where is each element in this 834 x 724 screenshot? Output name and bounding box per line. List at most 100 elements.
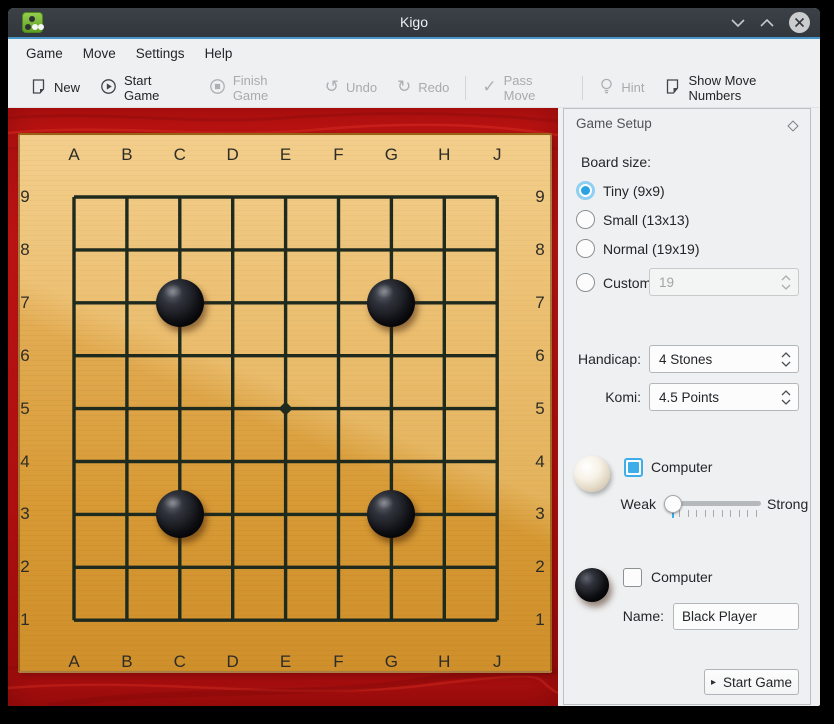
start-game-button[interactable]: ▸ Start Game [704,669,799,695]
checkmark-icon: ✓ [482,79,496,96]
board-coordinate: 8 [20,240,29,260]
game-setup-panel: Game Setup Board size: Tiny (9x9) Small … [563,108,811,705]
board-coordinate: E [280,145,291,165]
slider-ticks [679,510,757,517]
black-stone-image [575,568,609,602]
board-coordinate: 1 [20,610,29,630]
menu-settings[interactable]: Settings [126,39,195,68]
komi-label: Komi: [564,389,641,405]
float-panel-icon[interactable] [787,120,798,131]
toolbar-button-finish-game[interactable]: Finish Game [199,72,315,104]
spinbox-arrows-icon[interactable] [781,384,791,410]
radio-small-label[interactable]: Small (13x13) [603,212,689,228]
board-coordinate: 3 [535,504,544,524]
screen: Kigo Game Move Settings Help [0,0,834,724]
play-circle-icon [100,78,117,98]
go-stone-black-G7[interactable] [367,279,415,327]
lightbulb-icon [599,78,614,98]
strong-label: Strong [767,496,808,512]
move-numbers-icon [664,78,681,98]
new-document-icon [30,78,47,98]
close-icon[interactable] [789,12,810,33]
toolbar-button-hint[interactable]: Hint [589,72,654,104]
black-computer-checkbox[interactable] [623,568,642,587]
board-coordinate: 3 [20,504,29,524]
spinbox-arrows-icon[interactable] [781,346,791,372]
board-coordinate: F [333,145,343,165]
content-area: AABBCCDDEEFFGGHHJJ998877665544332211 Gam… [8,108,820,706]
black-player-name-input[interactable]: Black Player [673,603,799,630]
custom-size-spinbox[interactable]: 19 [649,268,799,296]
radio-normal[interactable] [576,239,595,258]
radio-custom-label[interactable]: Custom: [603,275,655,291]
window-title: Kigo [8,8,820,37]
toolbar-button-undo[interactable]: ↺ Undo [315,72,387,104]
board-coordinate: 6 [535,346,544,366]
white-stone-image [574,456,610,492]
radio-tiny-label[interactable]: Tiny (9x9) [603,183,665,199]
radio-custom[interactable] [576,273,595,292]
board-coordinate: 2 [20,557,29,577]
board-coordinate: G [385,145,398,165]
radio-tiny[interactable] [576,181,595,200]
strength-slider-handle[interactable] [664,495,682,513]
toolbar-button-pass-move[interactable]: ✓ Pass Move [472,72,576,104]
go-board-widget[interactable]: AABBCCDDEEFFGGHHJJ998877665544332211 [8,108,558,706]
board-coordinate: 6 [20,346,29,366]
go-stone-black-C7[interactable] [156,279,204,327]
slider-tick [739,510,740,517]
white-computer-label[interactable]: Computer [651,459,712,475]
undo-icon: ↺ [325,79,339,96]
toolbar-button-new[interactable]: New [20,72,90,104]
board-coordinate: B [121,145,132,165]
menubar: Game Move Settings Help [8,39,820,68]
board-coordinate: 9 [535,187,544,207]
board-coordinate: H [438,652,450,672]
komi-spinbox[interactable]: 4.5 Points [649,383,799,411]
menu-game[interactable]: Game [16,39,73,68]
panel-title: Game Setup [576,116,652,131]
board-coordinate: C [174,145,186,165]
board-coordinate: 7 [535,293,544,313]
board-grid [8,108,558,706]
toolbar-button-redo[interactable]: ↻ Redo [387,72,459,104]
board-coordinate: 5 [20,399,29,419]
board-coordinate: C [174,652,186,672]
redo-icon: ↻ [397,79,411,96]
weak-label: Weak [606,496,656,512]
radio-normal-label[interactable]: Normal (19x19) [603,241,699,257]
slider-tick [722,510,723,517]
slider-tick [747,510,748,517]
toolbar: New Start Game Finish Game ↺ [8,68,820,108]
slider-tick [679,510,680,517]
play-triangle-icon: ▸ [711,677,716,688]
board-coordinate: 2 [535,557,544,577]
handicap-spinbox[interactable]: 4 Stones [649,345,799,373]
maximize-icon[interactable] [760,18,774,27]
black-computer-label[interactable]: Computer [651,569,712,585]
name-label: Name: [594,608,664,624]
white-computer-checkbox[interactable] [624,458,643,477]
kigo-window: Kigo Game Move Settings Help [8,8,820,706]
stop-circle-icon [209,78,226,98]
slider-tick [730,510,731,517]
go-stone-black-C3[interactable] [156,490,204,538]
board-coordinate: E [280,652,291,672]
spinbox-arrows-icon[interactable] [781,269,791,295]
slider-tick [756,510,757,517]
board-coordinate: 8 [535,240,544,260]
menu-help[interactable]: Help [195,39,243,68]
board-coordinate: 7 [20,293,29,313]
titlebar[interactable]: Kigo [8,8,820,39]
slider-tick [688,510,689,517]
board-coordinate: B [121,652,132,672]
menu-move[interactable]: Move [73,39,126,68]
handicap-label: Handicap: [564,351,641,367]
toolbar-separator [465,76,466,100]
minimize-icon[interactable] [731,18,745,27]
board-coordinate: A [68,145,79,165]
toolbar-button-show-move-numbers[interactable]: Show Move Numbers [654,72,820,104]
toolbar-button-start-game[interactable]: Start Game [90,72,199,104]
radio-small[interactable] [576,210,595,229]
board-size-label: Board size: [581,154,651,170]
